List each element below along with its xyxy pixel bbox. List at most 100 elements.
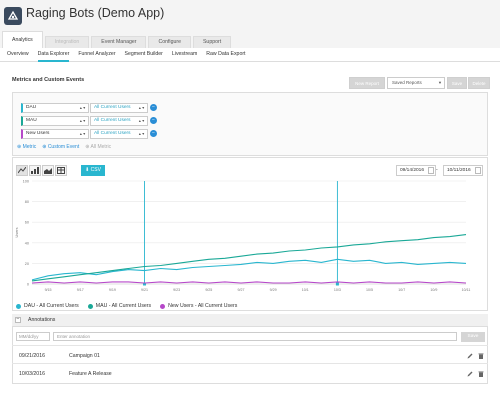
x-tick-label: 9/29 (270, 288, 277, 292)
collapse-icon[interactable]: − (15, 317, 21, 323)
segment-select[interactable]: All Current Users ▲▼ (90, 129, 148, 139)
metric-label: DAU (26, 105, 37, 110)
y-tick-label: 20 (25, 262, 29, 266)
legend-item-dau[interactable]: DAU - All Current Users (16, 303, 79, 309)
y-tick-label: 60 (25, 221, 29, 225)
y-axis-label: Users (15, 227, 19, 237)
chevron-down-icon: ▲▼ (138, 132, 145, 136)
saved-reports-select[interactable]: Saved Reports ▼ (387, 77, 445, 89)
segment-select[interactable]: All Current Users ▲▼ (90, 103, 148, 113)
end-date-value: 10/11/2016 (447, 168, 471, 173)
trash-icon[interactable] (478, 353, 484, 359)
calendar-icon[interactable] (475, 167, 481, 174)
annotation-row: 10/03/2016 Feature A Release (12, 363, 488, 383)
chart-type-toggle (16, 165, 68, 176)
x-tick-label: 10/1 (302, 288, 309, 292)
x-tick-label: 9/27 (237, 288, 244, 292)
segment-label: All Current Users (94, 131, 131, 136)
app-logo-icon (4, 7, 22, 25)
legend-item-new-users[interactable]: New Users - All Current Users (160, 303, 237, 309)
legend-label: MAU - All Current Users (95, 303, 152, 309)
annotations-title: Annotations (28, 317, 56, 323)
y-tick-label: 0 (27, 283, 29, 287)
bar-chart-icon[interactable] (29, 165, 41, 176)
series-line-2 (31, 281, 467, 284)
section-title: Metrics and Custom Events (12, 77, 85, 83)
tab-support[interactable]: Support (192, 36, 232, 48)
metric-select[interactable]: MAU ▲▼ (21, 116, 89, 126)
add-all-metric-label: All Metric (90, 144, 112, 150)
x-tick-label: 10/7 (398, 288, 405, 292)
table-icon[interactable] (55, 165, 67, 176)
subnav-funnel-analyzer[interactable]: Funnel Analyzer (78, 48, 115, 62)
start-date-input[interactable]: 09/14/2016 (396, 165, 436, 176)
x-tick-label: 10/11 (462, 288, 471, 292)
segment-label: All Current Users (94, 105, 131, 110)
tab-analytics[interactable]: Analytics (2, 31, 43, 48)
csv-label: CSV (90, 167, 101, 173)
add-custom-event-link[interactable]: ⊕ Custom Event (42, 144, 79, 150)
new-report-button[interactable]: New Report (349, 77, 385, 89)
subnav-livestream[interactable]: Livestream (172, 48, 197, 62)
subnav-raw-data-export[interactable]: Raw Data Export (206, 48, 245, 62)
add-custom-event-label: Custom Event (47, 144, 80, 150)
end-date-input[interactable]: 10/11/2016 (443, 165, 483, 176)
x-tick-label: 9/23 (173, 288, 180, 292)
subnav-overview[interactable]: Overview (7, 48, 29, 62)
add-links: ⊕ Metric ⊕ Custom Event ⊕ All Metric (17, 144, 117, 150)
chevron-down-icon: ▼ (438, 80, 442, 85)
delete-report-button[interactable]: Delete (468, 77, 490, 89)
trash-icon[interactable] (478, 371, 484, 377)
legend-label: New Users - All Current Users (168, 303, 238, 309)
chart-legend: DAU - All Current Users MAU - All Curren… (16, 303, 246, 309)
y-tick-label: 80 (25, 200, 29, 204)
series-line-0 (31, 258, 467, 281)
tab-event-manager[interactable]: Event Manager (91, 36, 147, 48)
metric-select[interactable]: New Users ▲▼ (21, 129, 89, 139)
edit-icon[interactable] (467, 353, 473, 359)
remove-metric-icon[interactable]: − (150, 130, 157, 137)
tab-integration: Integration (44, 36, 90, 48)
x-tick-label: 9/17 (77, 288, 84, 292)
metric-label: New Users (26, 131, 50, 136)
csv-download-button[interactable]: ⬇ CSV (81, 165, 105, 176)
start-date-value: 09/14/2016 (400, 168, 425, 173)
tab-configure[interactable]: Configure (148, 36, 191, 48)
metric-select[interactable]: DAU ▲▼ (21, 103, 89, 113)
area-chart-icon[interactable] (42, 165, 54, 176)
annotations-header[interactable]: − Annotations (12, 314, 488, 327)
y-tick-label: 100 (23, 180, 29, 184)
segment-select[interactable]: All Current Users ▲▼ (90, 116, 148, 126)
x-tick-label: 9/19 (109, 288, 116, 292)
main-tabs: Analytics Integration Event Manager Conf… (2, 31, 233, 48)
x-tick-label: 10/5 (366, 288, 373, 292)
line-chart: 0 20 40 60 80 100 Users 9/15 9/17 9/19 9/21 9/23 9/2… (15, 180, 471, 293)
legend-label: DAU - All Current Users (24, 303, 79, 309)
download-icon: ⬇ (85, 167, 90, 173)
annotation-date: 10/03/2016 (19, 371, 45, 377)
saved-reports-label: Saved Reports (392, 80, 422, 85)
legend-dot (87, 303, 93, 309)
annotation-date-input[interactable]: MM/dd/yy (16, 332, 50, 341)
x-tick-label: 9/25 (205, 288, 212, 292)
edit-icon[interactable] (467, 371, 473, 377)
save-report-button[interactable]: Save (447, 77, 467, 89)
annotation-row: 09/21/2016 Campaign 01 (12, 345, 488, 365)
annotation-save-button[interactable]: Save (461, 332, 485, 342)
add-metric-label: Metric (22, 144, 37, 150)
chevron-down-icon: ▲▼ (138, 119, 145, 123)
segment-label: All Current Users (94, 118, 131, 123)
line-chart-icon[interactable] (16, 165, 28, 176)
add-metric-link[interactable]: ⊕ Metric (17, 144, 36, 150)
annotation-text-input[interactable]: Enter annotation (53, 332, 457, 341)
subnav-segment-builder[interactable]: Segment Builder (125, 48, 163, 62)
subnav-data-explorer[interactable]: Data Explorer (37, 48, 70, 62)
chevron-down-icon: ▲▼ (79, 106, 86, 110)
remove-metric-icon[interactable]: − (150, 104, 157, 111)
subnav: Overview Data Explorer Funnel Analyzer S… (0, 48, 500, 62)
app-header: Raging Bots (Demo App) Analytics Integra… (0, 0, 500, 48)
remove-metric-icon[interactable]: − (150, 117, 157, 124)
legend-item-mau[interactable]: MAU - All Current Users (87, 303, 152, 309)
x-tick-label: 9/15 (45, 288, 52, 292)
calendar-icon[interactable] (428, 167, 434, 174)
